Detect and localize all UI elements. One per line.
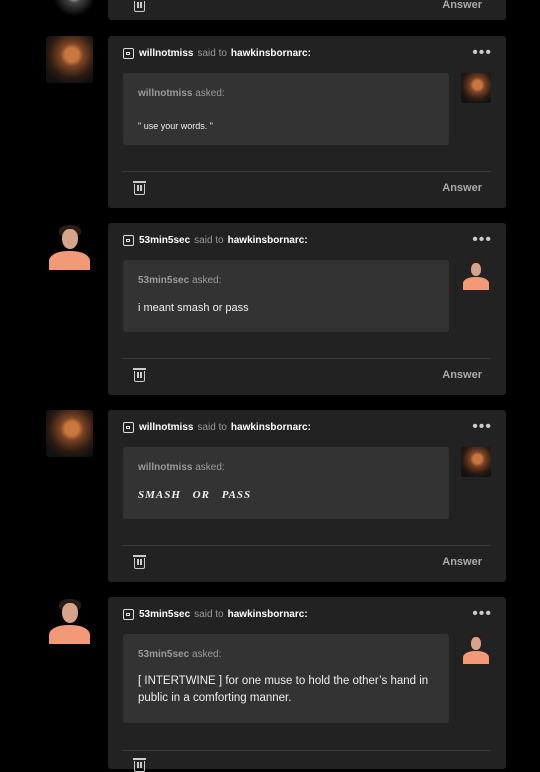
trash-icon[interactable] [133,758,146,772]
said-to-label: said to [194,609,224,620]
recipient-link[interactable]: hawkinsbornarc: [228,235,308,246]
ask-icon [123,48,134,59]
asked-label: asked: [191,275,222,286]
post-header: willnotmiss said to hawkinsbornarc: [123,48,311,59]
ask-label: 53min5sec asked: [138,649,221,660]
answer-button[interactable]: Answer [442,182,482,194]
asker-name[interactable]: willnotmiss [138,88,192,99]
recipient-link[interactable]: hawkinsbornarc: [231,48,311,59]
asker-name[interactable]: willnotmiss [138,462,192,473]
divider [123,358,491,359]
asker-name[interactable]: 53min5sec [138,649,189,660]
author-link[interactable]: 53min5sec [139,235,190,246]
ask-icon [123,422,134,433]
post-header: 53min5sec said to hawkinsbornarc: [123,609,308,620]
ask-label: willnotmiss asked: [138,462,225,473]
asker-avatar[interactable] [461,260,491,290]
avatar[interactable] [46,597,93,644]
divider [123,750,491,751]
said-to-label: said to [197,48,227,59]
more-options-icon[interactable]: ••• [472,44,492,62]
post-card: 53min5sec said to hawkinsbornarc: ••• 53… [108,223,506,395]
recipient-link[interactable]: hawkinsbornarc: [228,609,308,620]
divider [123,545,491,546]
ask-bubble: willnotmiss asked: SMASH OR PASS [123,447,449,519]
ask-bubble: 53min5sec asked: i meant smash or pass [123,260,449,332]
asker-avatar[interactable] [461,634,491,664]
avatar[interactable] [46,36,93,83]
said-to-label: said to [197,422,227,433]
recipient-link[interactable]: hawkinsbornarc: [231,422,311,433]
ask-icon [123,609,134,620]
avatar[interactable] [46,223,93,270]
post-card: 53min5sec said to hawkinsbornarc: ••• 53… [108,597,506,772]
more-options-icon[interactable]: ••• [472,418,492,436]
asker-avatar[interactable] [461,447,491,477]
trash-icon[interactable] [133,555,146,569]
asked-label: asked: [191,649,222,660]
post-card: willnotmiss said to hawkinsbornarc: ••• … [108,410,506,582]
ask-bubble: willnotmiss asked: " use your words. " [123,73,449,145]
avatar[interactable] [46,410,93,457]
answer-button[interactable]: Answer [442,556,482,568]
question-text: " use your words. " [138,121,213,131]
ask-bubble: 53min5sec asked: [ INTERTWINE ] for one … [123,634,449,723]
post-header: willnotmiss said to hawkinsbornarc: [123,422,311,433]
asked-label: asked: [195,88,225,99]
answer-button[interactable]: Answer [442,369,482,381]
asked-label: asked: [195,462,225,473]
question-text: [ INTERTWINE ] for one muse to hold the … [138,675,429,704]
author-link[interactable]: 53min5sec [139,609,190,620]
more-options-icon[interactable]: ••• [472,605,492,623]
post-card: willnotmiss said to hawkinsbornarc: ••• … [108,36,506,208]
trash-icon[interactable] [133,368,146,382]
post-card: Answer [108,0,506,20]
divider [123,171,491,172]
trash-icon[interactable] [133,181,146,195]
question-text: SMASH OR PASS [138,489,252,501]
ask-label: willnotmiss asked: [138,88,225,99]
ask-icon [123,235,134,246]
question-text: i meant smash or pass [138,302,249,314]
answer-button[interactable]: Answer [442,0,482,11]
more-options-icon[interactable]: ••• [472,231,492,249]
said-to-label: said to [194,235,224,246]
asker-name[interactable]: 53min5sec [138,275,189,286]
author-link[interactable]: willnotmiss [139,48,193,59]
post-header: 53min5sec said to hawkinsbornarc: [123,235,308,246]
ask-label: 53min5sec asked: [138,275,221,286]
trash-icon[interactable] [133,0,146,12]
author-link[interactable]: willnotmiss [139,422,193,433]
avatar[interactable] [46,0,93,21]
asker-avatar[interactable] [461,73,491,103]
